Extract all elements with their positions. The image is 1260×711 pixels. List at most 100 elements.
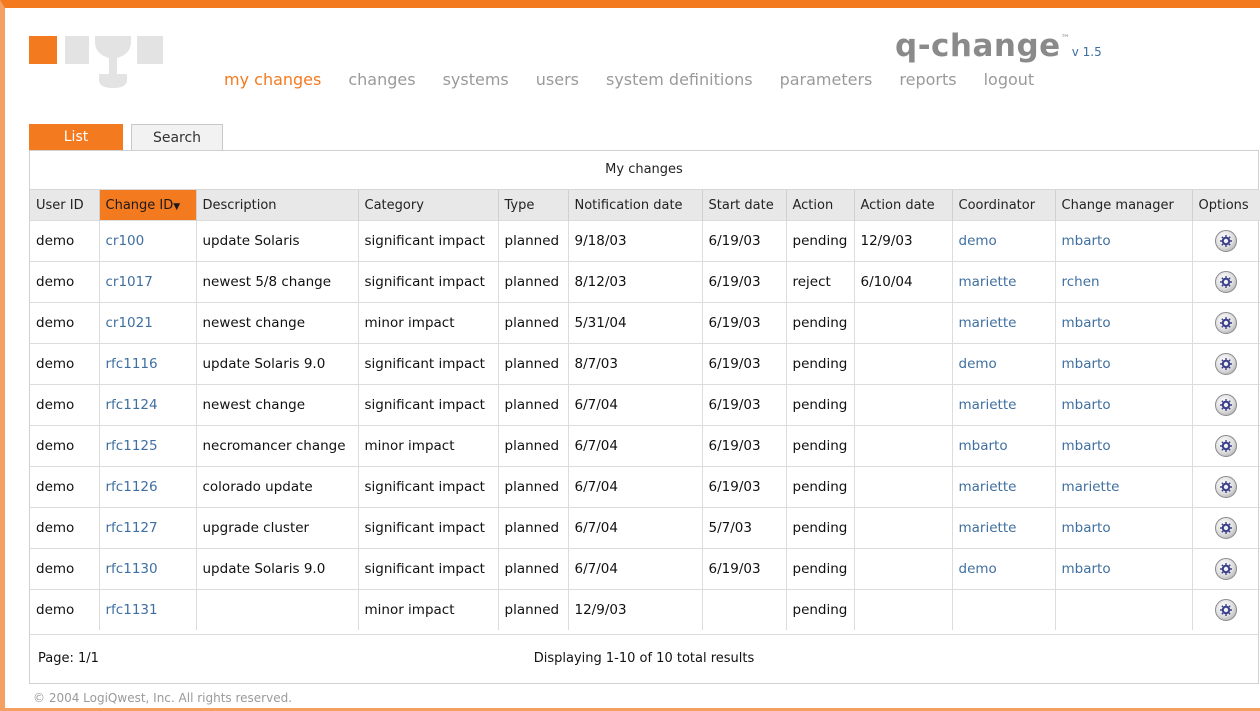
tab-list[interactable]: List bbox=[29, 124, 123, 150]
logo-orange-square bbox=[29, 36, 57, 64]
cell-category: minor impact bbox=[358, 425, 499, 467]
nav-systems[interactable]: systems bbox=[443, 70, 509, 89]
col-header-change-manager[interactable]: Change manager bbox=[1055, 190, 1193, 221]
options-gear-icon[interactable] bbox=[1215, 558, 1238, 580]
cell-coordinator[interactable]: mariette bbox=[952, 507, 1056, 549]
options-gear-icon[interactable] bbox=[1215, 230, 1238, 252]
nav-system-definitions[interactable]: system definitions bbox=[606, 70, 753, 89]
cell-change-manager[interactable]: mbarto bbox=[1055, 384, 1193, 426]
cell-action-date bbox=[854, 302, 953, 344]
cell-coordinator[interactable]: mariette bbox=[952, 384, 1056, 426]
cell-change-manager[interactable]: rchen bbox=[1055, 261, 1193, 303]
cell-coordinator[interactable]: demo bbox=[952, 548, 1056, 590]
cell-change-id[interactable]: cr1017 bbox=[99, 261, 197, 303]
logo bbox=[29, 28, 169, 88]
nav-changes[interactable]: changes bbox=[348, 70, 415, 89]
cell-description: newest change bbox=[196, 302, 359, 344]
col-header-action-date[interactable]: Action date bbox=[854, 190, 953, 221]
cell-coordinator[interactable]: mariette bbox=[952, 466, 1056, 508]
cell-change-id[interactable]: cr100 bbox=[99, 220, 197, 262]
options-gear-icon[interactable] bbox=[1215, 435, 1238, 457]
brand-trademark: ™ bbox=[1060, 34, 1070, 44]
cell-change-id[interactable]: cr1021 bbox=[99, 302, 197, 344]
cell-change-manager[interactable] bbox=[1055, 589, 1193, 630]
cell-action-date bbox=[854, 425, 953, 467]
cell-change-manager[interactable]: mariette bbox=[1055, 466, 1193, 508]
cell-action: pending bbox=[786, 589, 855, 630]
cell-options bbox=[1192, 302, 1260, 344]
col-header-type[interactable]: Type bbox=[498, 190, 569, 221]
cell-change-id[interactable]: rfc1131 bbox=[99, 589, 197, 630]
col-header-change-id[interactable]: Change ID▼ bbox=[99, 190, 197, 221]
cell-type: planned bbox=[498, 425, 569, 467]
nav-my-changes[interactable]: my changes bbox=[224, 70, 321, 89]
cell-category: significant impact bbox=[358, 261, 499, 303]
cell-change-manager[interactable]: mbarto bbox=[1055, 302, 1193, 344]
cell-change-manager[interactable]: mbarto bbox=[1055, 220, 1193, 262]
nav-reports[interactable]: reports bbox=[899, 70, 956, 89]
logo-glass-icon bbox=[95, 36, 131, 88]
options-gear-icon[interactable] bbox=[1215, 271, 1238, 293]
options-gear-icon[interactable] bbox=[1215, 517, 1238, 539]
brand-name: q-change bbox=[895, 28, 1061, 64]
cell-category: significant impact bbox=[358, 548, 499, 590]
cell-options bbox=[1192, 343, 1260, 385]
cell-coordinator[interactable]: demo bbox=[952, 220, 1056, 262]
cell-change-manager[interactable]: mbarto bbox=[1055, 507, 1193, 549]
col-header-notification-date[interactable]: Notification date bbox=[568, 190, 703, 221]
options-gear-icon[interactable] bbox=[1215, 394, 1238, 416]
cell-change-id[interactable]: rfc1124 bbox=[99, 384, 197, 426]
cell-coordinator[interactable]: mariette bbox=[952, 302, 1056, 344]
cell-options bbox=[1192, 548, 1260, 590]
pager: Page: 1/1 Displaying 1-10 of 10 total re… bbox=[30, 634, 1258, 683]
cell-change-id[interactable]: rfc1130 bbox=[99, 548, 197, 590]
cell-coordinator[interactable]: demo bbox=[952, 343, 1056, 385]
cell-change-manager[interactable]: mbarto bbox=[1055, 425, 1193, 467]
options-gear-icon[interactable] bbox=[1215, 476, 1238, 498]
options-gear-icon[interactable] bbox=[1215, 312, 1238, 334]
cell-action-date bbox=[854, 589, 953, 630]
col-header-start-date[interactable]: Start date bbox=[702, 190, 787, 221]
cell-action-date bbox=[854, 343, 953, 385]
cell-change-id[interactable]: rfc1127 bbox=[99, 507, 197, 549]
nav-users[interactable]: users bbox=[536, 70, 579, 89]
cell-start-date: 6/19/03 bbox=[702, 261, 787, 303]
sort-descending-icon: ▼ bbox=[173, 201, 181, 212]
cell-change-id[interactable]: rfc1125 bbox=[99, 425, 197, 467]
cell-type: planned bbox=[498, 466, 569, 508]
cell-user-id: demo bbox=[30, 343, 100, 385]
cell-change-manager[interactable]: mbarto bbox=[1055, 548, 1193, 590]
cell-options bbox=[1192, 220, 1260, 262]
col-header-user-id[interactable]: User ID bbox=[30, 190, 100, 221]
cell-change-id[interactable]: rfc1126 bbox=[99, 466, 197, 508]
cell-category: significant impact bbox=[358, 220, 499, 262]
cell-notification-date: 12/9/03 bbox=[568, 589, 703, 630]
cell-start-date: 6/19/03 bbox=[702, 466, 787, 508]
options-gear-icon[interactable] bbox=[1215, 353, 1238, 375]
cell-coordinator[interactable]: mbarto bbox=[952, 425, 1056, 467]
cell-type: planned bbox=[498, 220, 569, 262]
col-header-coordinator[interactable]: Coordinator bbox=[952, 190, 1056, 221]
cell-change-manager[interactable]: mbarto bbox=[1055, 343, 1193, 385]
cell-user-id: demo bbox=[30, 466, 100, 508]
cell-coordinator[interactable] bbox=[952, 589, 1056, 630]
options-gear-icon[interactable] bbox=[1215, 599, 1238, 621]
brand-version: v 1.5 bbox=[1071, 45, 1102, 59]
cell-type: planned bbox=[498, 548, 569, 590]
cell-user-id: demo bbox=[30, 302, 100, 344]
cell-start-date: 5/7/03 bbox=[702, 507, 787, 549]
cell-action-date: 6/10/04 bbox=[854, 261, 953, 303]
col-header-category[interactable]: Category bbox=[358, 190, 499, 221]
cell-action: pending bbox=[786, 507, 855, 549]
col-header-action[interactable]: Action bbox=[786, 190, 855, 221]
cell-description: upgrade cluster bbox=[196, 507, 359, 549]
cell-user-id: demo bbox=[30, 220, 100, 262]
cell-coordinator[interactable]: mariette bbox=[952, 261, 1056, 303]
nav-parameters[interactable]: parameters bbox=[780, 70, 873, 89]
tab-search[interactable]: Search bbox=[131, 124, 223, 150]
cell-action-date bbox=[854, 384, 953, 426]
col-header-description[interactable]: Description bbox=[196, 190, 359, 221]
nav-logout[interactable]: logout bbox=[984, 70, 1035, 89]
cell-action-date: 12/9/03 bbox=[854, 220, 953, 262]
cell-change-id[interactable]: rfc1116 bbox=[99, 343, 197, 385]
